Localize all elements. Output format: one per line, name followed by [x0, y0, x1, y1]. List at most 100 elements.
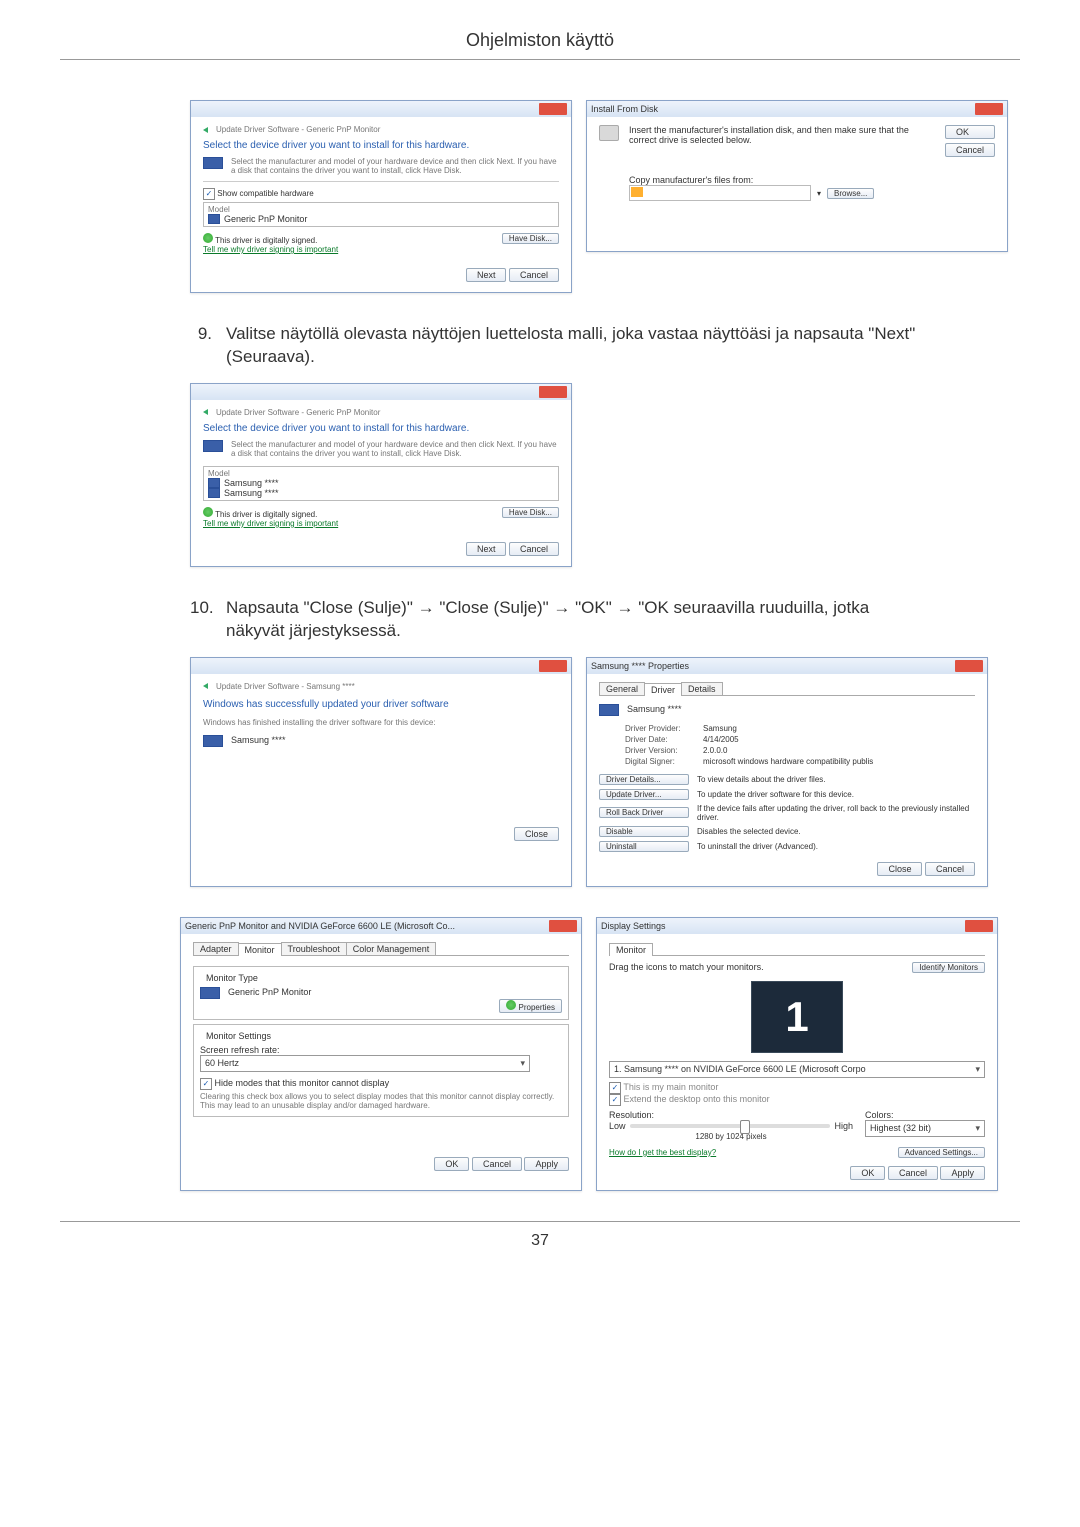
shield-icon [203, 233, 213, 243]
chevron-down-icon: ▾ [520, 1058, 525, 1069]
path-input[interactable] [629, 185, 811, 201]
main-monitor-checkbox: ✓ [609, 1082, 621, 1094]
back-icon[interactable] [203, 683, 208, 689]
monitor-settings-label: Monitor Settings [204, 1031, 273, 1041]
model-item[interactable]: Generic PnP Monitor [208, 214, 554, 224]
identify-monitors-button[interactable]: Identify Monitors [912, 962, 985, 973]
monitor-icon [203, 735, 223, 747]
monitor-type-label: Monitor Type [204, 973, 260, 983]
refresh-rate-label: Screen refresh rate: [200, 1045, 562, 1055]
hide-modes-desc: Clearing this check box allows you to se… [200, 1092, 562, 1110]
next-button[interactable]: Next [466, 268, 507, 282]
drag-icons-text: Drag the icons to match your monitors. [609, 962, 764, 972]
close-button[interactable]: Close [514, 827, 559, 841]
properties-button[interactable]: Properties [499, 999, 562, 1013]
cancel-button[interactable]: Cancel [472, 1157, 522, 1171]
close-icon[interactable] [975, 103, 1003, 115]
model-item-2[interactable]: Samsung **** [208, 488, 554, 498]
shield-icon [203, 507, 213, 517]
driver-details-button[interactable]: Driver Details... [599, 774, 689, 785]
signing-link[interactable]: Tell me why driver signing is important [203, 519, 338, 528]
extend-desktop-label: Extend the desktop onto this monitor [624, 1094, 770, 1104]
dialog-subtext: Select the manufacturer and model of you… [231, 157, 559, 175]
signed-text: This driver is digitally signed. [215, 510, 317, 519]
cancel-button[interactable]: Cancel [888, 1166, 938, 1180]
tab-adapter[interactable]: Adapter [193, 942, 239, 955]
ok-button[interactable]: OK [945, 125, 995, 139]
dialog-update-driver-1: Update Driver Software - Generic PnP Mon… [190, 100, 572, 293]
back-icon[interactable] [203, 127, 208, 133]
tab-monitor[interactable]: Monitor [238, 943, 282, 956]
tab-driver[interactable]: Driver [644, 683, 682, 696]
refresh-rate-select[interactable]: 60 Hertz▾ [200, 1055, 530, 1072]
dialog-display-settings: Display Settings Monitor Drag the icons … [596, 917, 998, 1191]
dialog-install-from-disk: Install From Disk Insert the manufacture… [586, 100, 1008, 252]
model-label: Model [208, 205, 554, 214]
cancel-button[interactable]: Cancel [945, 143, 995, 157]
tab-color-management[interactable]: Color Management [346, 942, 437, 955]
signed-text: This driver is digitally signed. [215, 236, 317, 245]
best-display-link[interactable]: How do I get the best display? [609, 1148, 716, 1157]
update-driver-button[interactable]: Update Driver... [599, 789, 689, 800]
extend-desktop-checkbox: ✓ [609, 1094, 621, 1106]
back-icon[interactable] [203, 409, 208, 415]
close-icon[interactable] [955, 660, 983, 672]
close-icon[interactable] [965, 920, 993, 932]
page-number: 37 [60, 1221, 1020, 1250]
dialog-title: Install From Disk [591, 104, 658, 114]
ok-button[interactable]: OK [850, 1166, 885, 1180]
next-button[interactable]: Next [466, 542, 507, 556]
show-compatible-check[interactable]: ✓ Show compatible hardware [203, 188, 559, 200]
signing-link[interactable]: Tell me why driver signing is important [203, 245, 338, 254]
close-icon[interactable] [539, 386, 567, 398]
advanced-settings-button[interactable]: Advanced Settings... [898, 1147, 985, 1158]
success-subtext: Windows has finished installing the driv… [203, 718, 559, 727]
close-icon[interactable] [539, 660, 567, 672]
rollback-button[interactable]: Roll Back Driver [599, 807, 689, 818]
chevron-down-icon: ▾ [975, 1123, 980, 1134]
instruction-10: 10. Napsauta "Close (Sulje)" → "Close (S… [190, 597, 1020, 643]
apply-button[interactable]: Apply [940, 1166, 985, 1180]
dialog-title: Generic PnP Monitor and NVIDIA GeForce 6… [185, 921, 455, 931]
tab-details[interactable]: Details [681, 682, 723, 695]
resolution-label: Resolution: [609, 1110, 853, 1120]
browse-button[interactable]: Browse... [827, 188, 874, 199]
dialog-monitor-adapter: Generic PnP Monitor and NVIDIA GeForce 6… [180, 917, 582, 1191]
uninstall-button[interactable]: Uninstall [599, 841, 689, 852]
have-disk-button[interactable]: Have Disk... [502, 233, 559, 244]
tab-general[interactable]: General [599, 682, 645, 695]
page-header: Ohjelmiston käyttö [60, 30, 1020, 51]
ok-button[interactable]: OK [434, 1157, 469, 1171]
cancel-button[interactable]: Cancel [509, 542, 559, 556]
disk-icon [599, 125, 619, 141]
tab-troubleshoot[interactable]: Troubleshoot [281, 942, 347, 955]
tab-monitor[interactable]: Monitor [609, 943, 653, 956]
success-heading: Windows has successfully updated your dr… [203, 699, 559, 710]
model-item-1[interactable]: Samsung **** [208, 478, 554, 488]
monitor-thumbnail[interactable]: 1 [751, 981, 843, 1053]
resolution-slider[interactable] [630, 1124, 831, 1128]
hide-modes-checkbox[interactable]: ✓ [200, 1078, 212, 1090]
cancel-button[interactable]: Cancel [509, 268, 559, 282]
main-monitor-label: This is my main monitor [623, 1082, 718, 1092]
apply-button[interactable]: Apply [524, 1157, 569, 1171]
digital-signer: microsoft windows hardware compatibility… [703, 757, 873, 766]
dialog-subtext: Select the manufacturer and model of you… [231, 440, 559, 458]
header-rule [60, 59, 1020, 60]
close-icon[interactable] [539, 103, 567, 115]
monitor-icon [208, 214, 220, 224]
cancel-button[interactable]: Cancel [925, 862, 975, 876]
disable-button[interactable]: Disable [599, 826, 689, 837]
driver-provider: Samsung [703, 724, 737, 733]
dialog-heading: Select the device driver you want to ins… [203, 140, 559, 151]
have-disk-button[interactable]: Have Disk... [502, 507, 559, 518]
monitor-icon [208, 478, 220, 488]
monitor-select[interactable]: 1. Samsung **** on NVIDIA GeForce 6600 L… [609, 1061, 985, 1078]
colors-select[interactable]: Highest (32 bit)▾ [865, 1120, 985, 1137]
close-button[interactable]: Close [877, 862, 922, 876]
driver-version: 2.0.0.0 [703, 746, 727, 755]
instruction-9: 9. Valitse näytöllä olevasta näyttöjen l… [190, 323, 1020, 369]
close-icon[interactable] [549, 920, 577, 932]
monitor-icon [599, 704, 619, 716]
install-text: Insert the manufacturer's installation d… [629, 125, 935, 145]
